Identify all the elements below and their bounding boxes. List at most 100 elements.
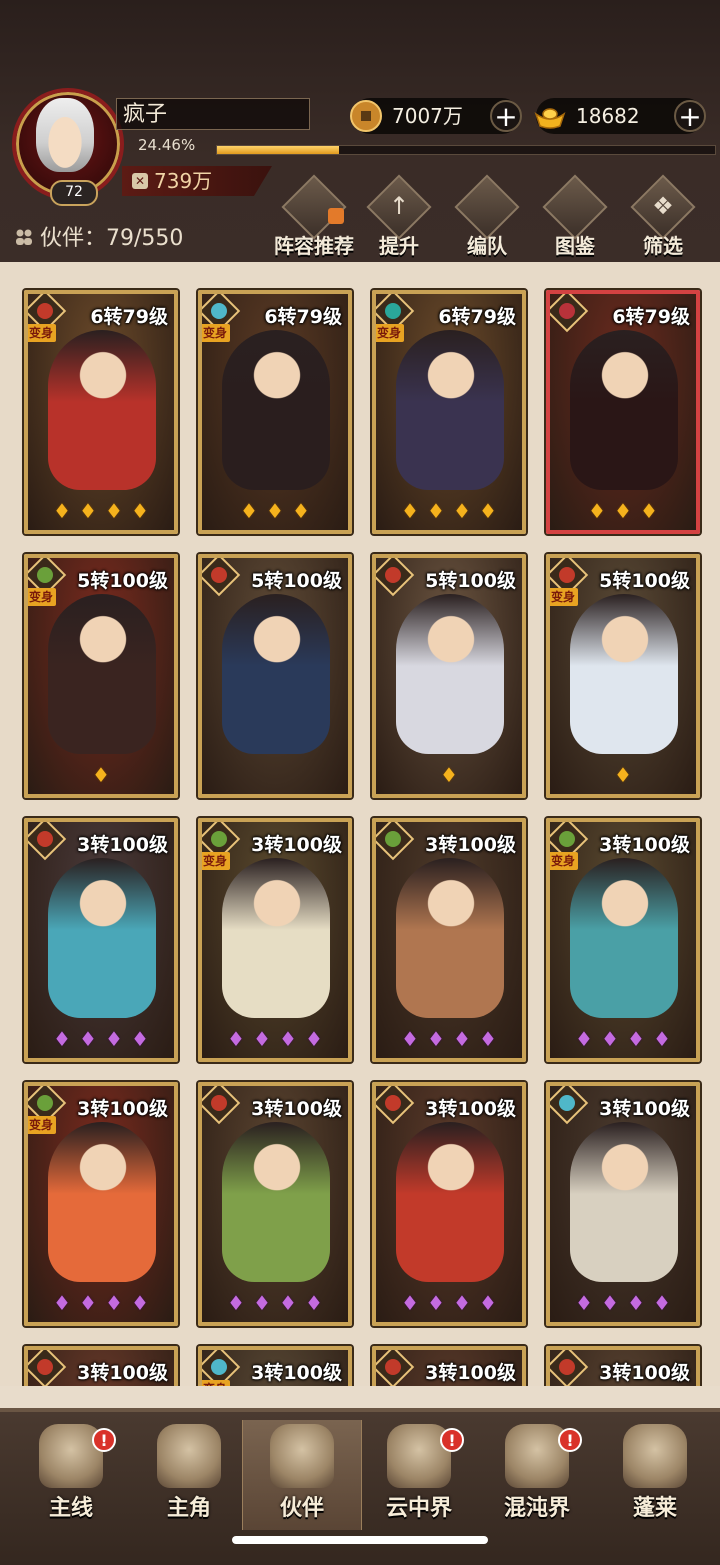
- transform-badge: 变身: [28, 324, 57, 342]
- filter-label: 筛选: [643, 234, 683, 258]
- partner-face: [422, 1130, 480, 1192]
- nav-label: 混沌界: [503, 1496, 570, 1521]
- partner-face: [596, 1130, 654, 1192]
- crossed-swords-icon: ✕: [132, 173, 148, 189]
- formation-button[interactable]: 编队: [442, 174, 532, 258]
- coin-value: 7007万: [392, 104, 463, 128]
- partner-face: [74, 1130, 132, 1192]
- nav-tab-chaos-realm[interactable]: 混沌界!: [478, 1420, 596, 1530]
- flame-star-icon: ♦: [479, 499, 497, 523]
- top-header: 72 疯子 7007万 + 18682 + 24.46% ✕ 739万 伙伴：7…: [0, 0, 720, 262]
- avatar-portrait: [36, 98, 94, 172]
- nav-label: 云中界: [385, 1496, 452, 1521]
- partner-card[interactable]: 变身 3转100级 ♦ ♦ ♦ ♦: [546, 818, 700, 1062]
- partner-rank-label: 5转100级: [599, 570, 690, 592]
- partner-card[interactable]: 3转100级: [24, 1346, 178, 1386]
- player-avatar[interactable]: 72: [8, 84, 126, 206]
- star-row: ♦ ♦ ♦ ♦: [550, 1028, 696, 1050]
- partner-card[interactable]: 变身 3转100级 ♦ ♦ ♦ ♦: [24, 1082, 178, 1326]
- partner-rank-label: 3转100级: [251, 1362, 342, 1384]
- nav-tab-partner[interactable]: 伙伴: [242, 1420, 362, 1530]
- partner-card[interactable]: 变身 5转100级 ♦: [24, 554, 178, 798]
- flame-star-icon: ♦: [266, 499, 284, 523]
- partner-card[interactable]: 变身 6转79级 ♦ ♦ ♦ ♦: [24, 290, 178, 534]
- upgrade-button[interactable]: ↑ 提升: [354, 174, 444, 258]
- flame-star-icon: ♦: [279, 1291, 297, 1315]
- coin-icon: [350, 100, 382, 132]
- partner-card[interactable]: 3转100级 ♦ ♦ ♦ ♦: [372, 818, 526, 1062]
- add-gold-button[interactable]: +: [674, 100, 706, 132]
- partner-rank-label: 6转79级: [438, 306, 516, 328]
- upgrade-label: 提升: [379, 234, 419, 258]
- nav-label: 蓬莱: [632, 1496, 677, 1521]
- partner-grid[interactable]: 变身 6转79级 ♦ ♦ ♦ ♦ 变身 6转79级 ♦ ♦ ♦ 变身 6转79级 ♦ ♦ ♦ ♦ 6转79级 ♦ ♦ ♦…: [0, 262, 720, 1386]
- transform-badge: 变身: [376, 324, 405, 342]
- star-row: ♦ ♦ ♦ ♦: [202, 1292, 348, 1314]
- partner-card[interactable]: 变身 6转79级 ♦ ♦ ♦ ♦: [372, 290, 526, 534]
- penglai-icon: [623, 1424, 687, 1488]
- partner-card[interactable]: 5转100级 ♦: [372, 554, 526, 798]
- flame-star-icon: ♦: [79, 1291, 97, 1315]
- flame-star-icon: ♦: [614, 499, 632, 523]
- flame-star-icon: ♦: [479, 1291, 497, 1315]
- partner-card[interactable]: 5转100级: [198, 554, 352, 798]
- partner-card[interactable]: 变身 6转79级 ♦ ♦ ♦: [198, 290, 352, 534]
- flame-star-icon: ♦: [240, 499, 258, 523]
- add-coin-button[interactable]: +: [490, 100, 522, 132]
- partner-card[interactable]: 6转79级 ♦ ♦ ♦: [546, 290, 700, 534]
- partner-card[interactable]: 变身 5转100级 ♦: [546, 554, 700, 798]
- flame-star-icon: ♦: [627, 1291, 645, 1315]
- partner-card[interactable]: 变身 3转100级 ♦ ♦ ♦ ♦: [198, 818, 352, 1062]
- transform-badge: 变身: [202, 852, 231, 870]
- nav-tab-penglai[interactable]: 蓬莱: [596, 1420, 714, 1530]
- flame-star-icon: ♦: [427, 1291, 445, 1315]
- star-row: ♦ ♦ ♦ ♦: [376, 500, 522, 522]
- transform-badge: 变身: [550, 852, 579, 870]
- exp-bar-fill: [217, 146, 339, 154]
- filter-button[interactable]: ❖ 筛选: [618, 174, 708, 258]
- star-row: ♦ ♦ ♦ ♦: [550, 1292, 696, 1314]
- flame-star-icon: ♦: [131, 1291, 149, 1315]
- flame-star-icon: ♦: [253, 1027, 271, 1051]
- flame-star-icon: ♦: [305, 1027, 323, 1051]
- codex-button[interactable]: 图鉴: [530, 174, 620, 258]
- partner-face: [74, 866, 132, 928]
- nav-tab-crossed-swords[interactable]: 主线!: [12, 1420, 130, 1530]
- flame-star-icon: ♦: [588, 499, 606, 523]
- flame-star-icon: ♦: [53, 1027, 71, 1051]
- exp-bar: [216, 145, 716, 155]
- flame-star-icon: ♦: [601, 1027, 619, 1051]
- gold-currency: 18682 +: [534, 98, 706, 134]
- partner-rank-label: 3转100级: [251, 834, 342, 856]
- partner-count-label: 伙伴：: [40, 226, 107, 251]
- exp-percent: 24.46%: [138, 136, 196, 154]
- partner-card[interactable]: 3转100级 ♦ ♦ ♦ ♦: [372, 1082, 526, 1326]
- lineup-recommend-label: 阵容推荐: [274, 234, 354, 258]
- partner-card[interactable]: 3转100级: [372, 1346, 526, 1386]
- partner-count: 伙伴：79/550: [14, 220, 183, 252]
- partner-rank-label: 3转100级: [77, 1362, 168, 1384]
- nav-tab-cloud-realm[interactable]: 云中界!: [360, 1420, 478, 1530]
- partner-card[interactable]: 变身 3转100级: [198, 1346, 352, 1386]
- star-row: ♦ ♦ ♦ ♦: [202, 1028, 348, 1050]
- transform-badge: 变身: [202, 324, 231, 342]
- partner-card[interactable]: 3转100级: [546, 1346, 700, 1386]
- flame-star-icon: ♦: [131, 1027, 149, 1051]
- lineup-recommend-button[interactable]: 阵容推荐: [266, 174, 362, 258]
- nav-tab-hero[interactable]: 主角: [130, 1420, 248, 1530]
- transform-badge: 变身: [28, 1116, 57, 1134]
- flame-star-icon: ♦: [227, 1291, 245, 1315]
- star-row: ♦ ♦ ♦ ♦: [28, 1292, 174, 1314]
- partner-card[interactable]: 3转100级 ♦ ♦ ♦ ♦: [198, 1082, 352, 1326]
- partner-card[interactable]: 3转100级 ♦ ♦ ♦ ♦: [546, 1082, 700, 1326]
- home-indicator[interactable]: [232, 1536, 488, 1544]
- flame-star-icon: ♦: [479, 1027, 497, 1051]
- partner-face: [422, 866, 480, 928]
- coin-currency: 7007万 +: [350, 98, 522, 134]
- flame-star-icon: ♦: [105, 1291, 123, 1315]
- partner-card[interactable]: 3转100级 ♦ ♦ ♦ ♦: [24, 818, 178, 1062]
- nav-label: 伙伴: [279, 1496, 324, 1521]
- flame-star-icon: ♦: [614, 763, 632, 787]
- diamond-icon: ❖: [652, 192, 674, 220]
- partner-rank-label: 5转100级: [77, 570, 168, 592]
